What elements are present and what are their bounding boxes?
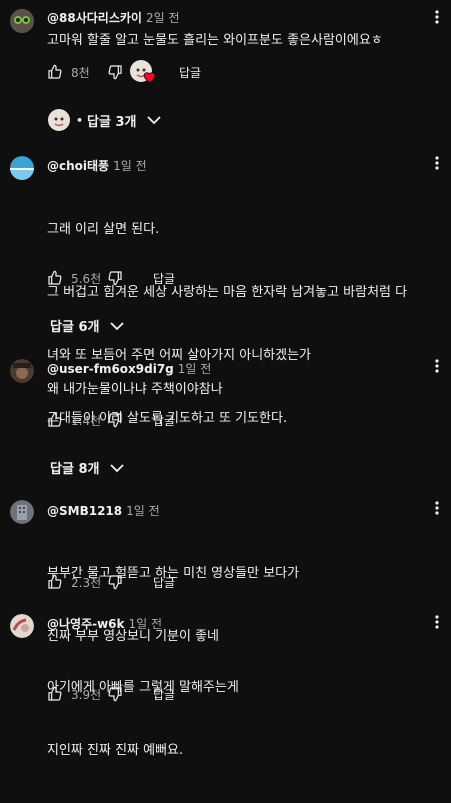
replies-label[interactable]: 답글 3개 (87, 111, 136, 130)
comment-author[interactable]: @88사다리스카이 (47, 11, 142, 25)
comment-author[interactable]: @choi태풍 (47, 159, 109, 173)
comment-line: 지인짜 진짜 진짜 예뻐요. (47, 743, 184, 758)
like-count: 8천 (71, 65, 90, 80)
comment-author[interactable]: @SMB1218 (47, 504, 122, 518)
thumb-down-icon[interactable] (107, 412, 123, 428)
chevron-down-icon[interactable] (109, 460, 125, 476)
replies-toggle[interactable]: • 답글 3개 (47, 108, 162, 132)
creator-avatar (48, 109, 70, 131)
replies-label[interactable]: 답글 6개 (50, 316, 99, 335)
replies-toggle[interactable]: 답글 6개 (50, 316, 125, 335)
reply-button[interactable]: 답글 (153, 686, 175, 703)
creator-heart (129, 60, 157, 84)
chevron-down-icon[interactable] (109, 318, 125, 334)
comment-header: @SMB1218 1일 전 (47, 502, 160, 519)
comment-actions: 2.3천 답글 (47, 572, 175, 592)
avatar[interactable] (10, 359, 34, 383)
more-vert-icon[interactable] (429, 614, 445, 630)
reply-button[interactable]: 답글 (153, 412, 175, 429)
replies-toggle[interactable]: 답글 8개 (50, 458, 125, 477)
thumb-up-icon[interactable] (47, 686, 63, 702)
comment-time[interactable]: 1일 전 (113, 159, 147, 173)
reply-button[interactable]: 답글 (153, 270, 175, 287)
comment-author[interactable]: @나영주-w6k (47, 617, 125, 631)
thumb-down-icon[interactable] (107, 686, 123, 702)
thumb-up-icon[interactable] (47, 270, 63, 286)
like-count: 5.6천 (71, 271, 102, 286)
more-vert-icon[interactable] (429, 500, 445, 516)
comment-actions: 8천 답글 (47, 60, 201, 84)
comment-time[interactable]: 2일 전 (146, 11, 180, 25)
comment-header: @choi태풍 1일 전 (47, 157, 147, 174)
replies-dot: • (76, 113, 84, 127)
reply-button[interactable]: 답글 (153, 574, 175, 591)
chevron-down-icon[interactable] (146, 112, 162, 128)
heart-icon (143, 72, 156, 83)
comment-actions: 5.6천 답글 (47, 268, 175, 288)
comment-text: 고마워 할줄 알고 눈물도 흘리는 와이프분도 좋은사람이에요ㅎ (47, 33, 383, 48)
comment-header: @나영주-w6k 1일 전 (47, 615, 162, 632)
reply-button[interactable]: 답글 (179, 64, 201, 81)
thumb-up-icon[interactable] (47, 412, 63, 428)
comment-actions: 3.9천 답글 (47, 684, 175, 704)
comment-author[interactable]: @user-fm6ox9di7g (47, 362, 174, 376)
thumb-down-icon[interactable] (107, 574, 123, 590)
comment-line: 그래 이리 살면 된다. (47, 222, 160, 237)
thumb-down-icon[interactable] (107, 270, 123, 286)
comment-time[interactable]: 1일 전 (178, 362, 212, 376)
thumb-up-icon[interactable] (47, 574, 63, 590)
avatar[interactable] (10, 614, 34, 638)
thumb-up-icon[interactable] (47, 64, 63, 80)
more-vert-icon[interactable] (429, 9, 445, 25)
more-vert-icon[interactable] (429, 358, 445, 374)
comment-actions: 1.4천 답글 (47, 410, 175, 430)
like-count: 1.4천 (71, 413, 102, 428)
thumb-down-icon[interactable] (107, 64, 123, 80)
comment-header: @88사다리스카이 2일 전 (47, 9, 179, 26)
comment-time[interactable]: 1일 전 (129, 617, 163, 631)
avatar[interactable] (10, 156, 34, 180)
comment-header: @user-fm6ox9di7g 1일 전 (47, 360, 211, 377)
comment-time[interactable]: 1일 전 (126, 504, 160, 518)
like-count: 3.9천 (71, 687, 102, 702)
comment-text: 왜 내가눈물이나냐 주책이야참나 (47, 382, 223, 397)
avatar[interactable] (10, 9, 34, 33)
comment-text: 아기에게 아빠를 그렇게 말해주는게 지인짜 진짜 진짜 예뻐요. (47, 635, 239, 803)
replies-label[interactable]: 답글 8개 (50, 458, 99, 477)
more-vert-icon[interactable] (429, 155, 445, 171)
like-count: 2.3천 (71, 575, 102, 590)
avatar[interactable] (10, 500, 34, 524)
